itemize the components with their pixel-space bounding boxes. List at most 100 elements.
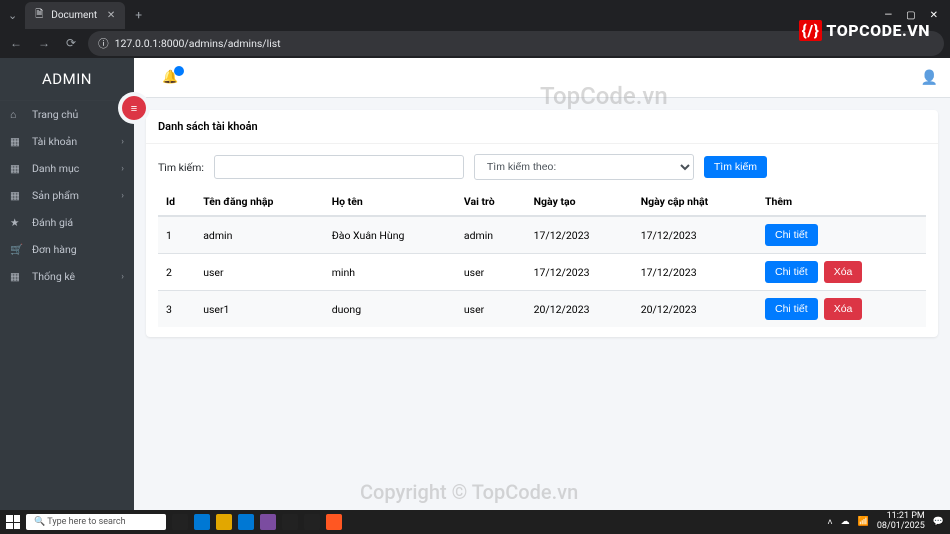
tray-cloud-icon[interactable]: ☁ (841, 517, 850, 527)
sidebar-item-thống-kê[interactable]: ▦ Thống kê › (0, 263, 134, 290)
sidebar-item-danh-mục[interactable]: ▦ Danh mục › (0, 155, 134, 182)
url-text: 127.0.0.1:8000/admins/admins/list (115, 37, 281, 50)
nav-label: Thống kê (32, 270, 75, 283)
content: Danh sách tài khoản Tìm kiếm: Tìm kiếm t… (134, 98, 950, 510)
detail-button[interactable]: Chi tiết (765, 298, 818, 320)
system-tray: ˄ ☁ 📶 11:21 PM 08/01/2025 💬 (827, 512, 944, 532)
table-cell: 3 (158, 291, 195, 328)
topbar: 🔔 👤 (134, 58, 950, 98)
sidebar-item-đánh-giá[interactable]: ★ Đánh giá (0, 209, 134, 236)
reload-icon[interactable]: ⟳ (62, 34, 80, 52)
tab-search-icon[interactable]: ⌄ (4, 9, 21, 22)
site-info-icon[interactable]: ⓘ (98, 36, 109, 51)
actions-cell: Chi tiết Xóa (757, 254, 926, 291)
table-cell: 1 (158, 216, 195, 254)
nav-icon: ★ (10, 216, 24, 229)
actions-cell: Chi tiết Xóa (757, 291, 926, 328)
taskbar-app-icon[interactable] (304, 514, 320, 530)
accounts-card: Danh sách tài khoản Tìm kiếm: Tìm kiếm t… (146, 110, 938, 337)
brand-text: TOPCODE.VN (826, 21, 930, 40)
sidebar-toggle-button[interactable]: ≡ (122, 96, 146, 120)
notification-badge (174, 66, 184, 76)
column-header: Ngày cập nhật (633, 188, 757, 216)
taskbar-app-icon[interactable] (194, 514, 210, 530)
taskbar-search[interactable]: 🔍 Type here to search (26, 514, 166, 530)
forward-icon[interactable]: → (34, 34, 54, 52)
taskbar-app-icon[interactable] (260, 514, 276, 530)
table-cell: 2 (158, 254, 195, 291)
table-cell: minh (324, 254, 456, 291)
taskbar-date: 08/01/2025 (877, 522, 925, 532)
card-title: Danh sách tài khoản (146, 110, 938, 144)
close-window-icon[interactable]: ✕ (930, 10, 938, 21)
search-input[interactable] (214, 155, 464, 179)
card-body: Tìm kiếm: Tìm kiếm theo: Tìm kiếm IdTên … (146, 144, 938, 337)
column-header: Ngày tạo (526, 188, 633, 216)
brand-overlay: {/} TOPCODE.VN (799, 20, 930, 41)
notification-center-icon[interactable]: 💬 (933, 517, 944, 527)
table-cell: user (456, 291, 526, 328)
chevron-right-icon: › (121, 272, 124, 282)
table-cell: admin (456, 216, 526, 254)
taskbar-app-icon[interactable] (282, 514, 298, 530)
start-button[interactable] (6, 515, 20, 529)
table-cell: Đào Xuân Hùng (324, 216, 456, 254)
taskbar-app-icon[interactable] (216, 514, 232, 530)
nav-label: Sản phẩm (32, 189, 79, 202)
sidebar: ADMIN ⌂ Trang chủ ▦ Tài khoản ›▦ Danh mụ… (0, 58, 134, 510)
close-tab-icon[interactable]: ✕ (107, 10, 115, 21)
taskbar-app-icon[interactable] (238, 514, 254, 530)
search-label: Tìm kiếm: (158, 161, 204, 174)
table-cell: 20/12/2023 (633, 291, 757, 328)
table-cell: 17/12/2023 (526, 216, 633, 254)
taskbar: 🔍 Type here to search ˄ ☁ 📶 11:21 PM 08/… (0, 510, 950, 534)
nav-label: Đơn hàng (32, 243, 77, 256)
search-by-select[interactable]: Tìm kiếm theo: (474, 154, 694, 180)
delete-button[interactable]: Xóa (824, 298, 863, 320)
taskbar-app-icon[interactable] (172, 514, 188, 530)
sidebar-brand: ADMIN (0, 58, 134, 101)
search-button[interactable]: Tìm kiếm (704, 156, 767, 178)
detail-button[interactable]: Chi tiết (765, 261, 818, 283)
sidebar-item-tài-khoản[interactable]: ▦ Tài khoản › (0, 128, 134, 155)
minimize-icon[interactable]: — (884, 10, 892, 21)
nav-label: Đánh giá (32, 216, 73, 229)
back-icon[interactable]: ← (6, 34, 26, 52)
delete-button[interactable]: Xóa (824, 261, 863, 283)
sidebar-item-sản-phẩm[interactable]: ▦ Sản phẩm › (0, 182, 134, 209)
column-header: Thêm (757, 188, 926, 216)
sidebar-item-đơn-hàng[interactable]: 🛒 Đơn hàng (0, 236, 134, 263)
user-avatar-icon[interactable]: 👤 (921, 70, 938, 86)
table-cell: 17/12/2023 (633, 216, 757, 254)
column-header: Họ tên (324, 188, 456, 216)
table-row: 2userminhuser17/12/202317/12/2023Chi tiế… (158, 254, 926, 291)
detail-button[interactable]: Chi tiết (765, 224, 818, 246)
chevron-right-icon: › (121, 164, 124, 174)
table-cell: user1 (195, 291, 323, 328)
nav-label: Tài khoản (32, 135, 77, 148)
tray-wifi-icon[interactable]: 📶 (858, 517, 869, 527)
taskbar-app-icon[interactable] (326, 514, 342, 530)
table-cell: 17/12/2023 (526, 254, 633, 291)
nav-label: Danh mục (32, 162, 79, 175)
table-cell: 20/12/2023 (526, 291, 633, 328)
column-header: Vai trò (456, 188, 526, 216)
nav-icon: ▦ (10, 162, 24, 175)
brand-icon: {/} (799, 20, 823, 41)
nav-icon: ▦ (10, 189, 24, 202)
search-row: Tìm kiếm: Tìm kiếm theo: Tìm kiếm (158, 154, 926, 180)
table-cell: 17/12/2023 (633, 254, 757, 291)
chevron-right-icon: › (121, 191, 124, 201)
sidebar-item-trang-chủ[interactable]: ⌂ Trang chủ (0, 101, 134, 128)
nav-icon: ▦ (10, 135, 24, 148)
table-cell: duong (324, 291, 456, 328)
notifications-button[interactable]: 🔔 (162, 70, 178, 85)
column-header: Tên đăng nhập (195, 188, 323, 216)
browser-tab[interactable]: 🗎 Document ✕ (25, 2, 125, 29)
page-icon: 🗎 (35, 7, 43, 24)
tray-chevron-icon[interactable]: ˄ (827, 517, 832, 528)
new-tab-button[interactable]: + (129, 4, 148, 26)
app-shell: ≡ ADMIN ⌂ Trang chủ ▦ Tài khoản ›▦ Danh … (0, 58, 950, 510)
maximize-icon[interactable]: ▢ (906, 10, 915, 21)
accounts-table: IdTên đăng nhậpHọ tênVai tròNgày tạoNgày… (158, 188, 926, 327)
